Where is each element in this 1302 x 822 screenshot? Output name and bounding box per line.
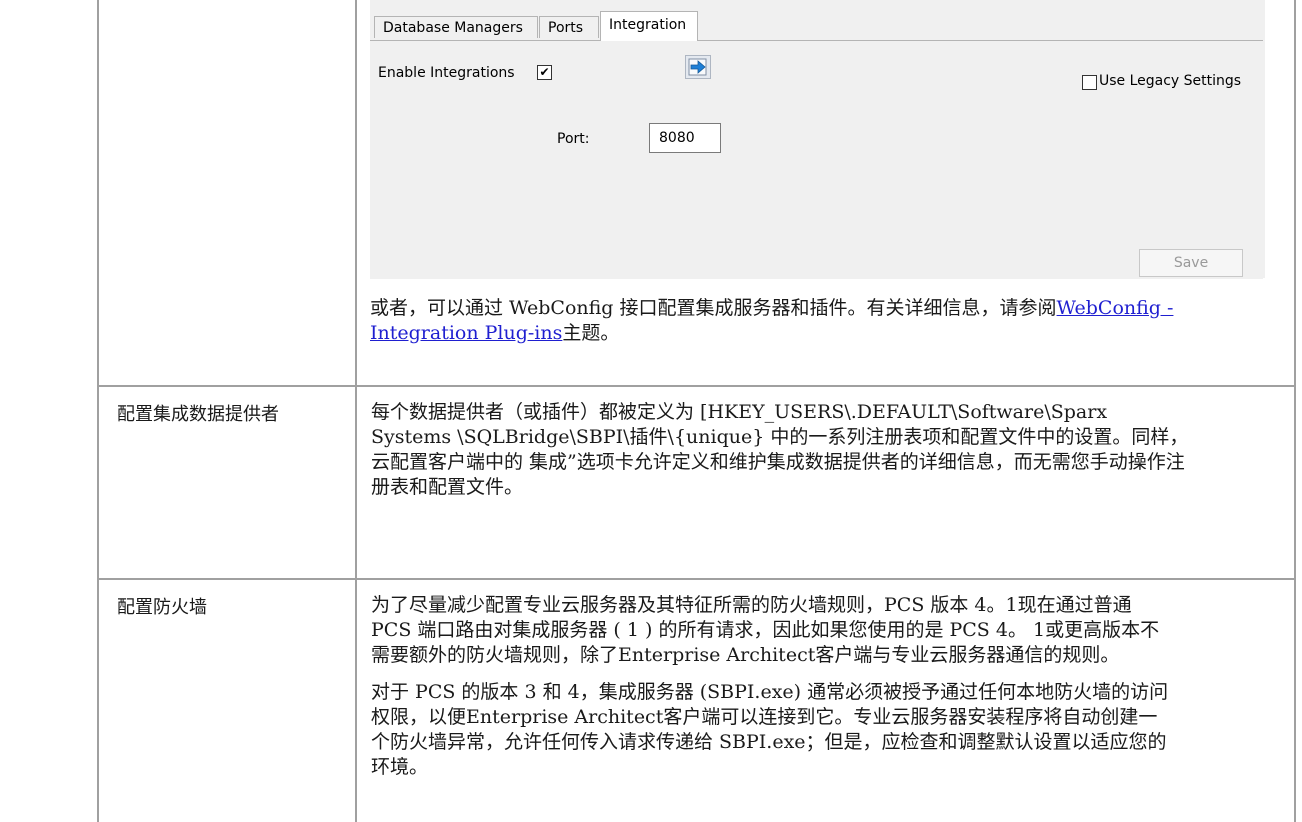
row-divider [97,385,1296,387]
table-column-divider [355,0,357,822]
use-legacy-settings-checkbox[interactable] [1082,75,1097,90]
import-button[interactable] [685,55,711,79]
row-text-firewall: 为了尽量减少配置专业云服务器及其特征所需的防火墙规则，PCS 版本 4。1现在通… [371,593,1176,780]
integration-panel: Enable Integrations ✔ Use Legacy Setting… [370,40,1263,279]
enable-integrations-label: Enable Integrations [378,65,515,81]
port-label: Port: [557,131,590,147]
firewall-paragraph-2: 对于 PCS 的版本 3 和 4，集成服务器 (SBPI.exe) 通常必须被授… [371,681,1169,778]
row-label-firewall: 配置防火墙 [117,597,207,618]
table-border-right [1294,0,1296,822]
webconfig-note-text: 或者，可以通过 WebConfig 接口配置集成服务器和插件。有关详细信息，请参… [370,297,1057,319]
webconfig-note-suffix: 主题。 [562,322,620,344]
row-label-data-providers: 配置集成数据提供者 [117,404,279,425]
row-divider [97,578,1296,580]
firewall-paragraph-1: 为了尽量减少配置专业云服务器及其特征所需的防火墙规则，PCS 版本 4。1现在通… [371,594,1160,666]
enable-integrations-checkbox[interactable]: ✔ [537,65,552,80]
row-text-data-providers: 每个数据提供者（或插件）都被定义为 [HKEY_USERS\.DEFAULT\S… [371,401,1189,498]
import-arrow-icon [688,58,707,76]
tab-strip: Database Managers Ports Integration [370,0,1265,41]
use-legacy-settings-label: Use Legacy Settings [1099,73,1242,89]
webconfig-note: 或者，可以通过 WebConfig 接口配置集成服务器和插件。有关详细信息，请参… [370,296,1205,346]
table-border-left [97,0,99,822]
tab-database-managers[interactable]: Database Managers [374,16,538,38]
tab-integration[interactable]: Integration [600,11,698,41]
integration-dialog-screenshot: Database Managers Ports Integration Enab… [370,0,1265,279]
tab-ports[interactable]: Ports [539,16,599,38]
save-button[interactable]: Save [1139,249,1243,277]
port-input[interactable]: 8080 [649,123,721,153]
